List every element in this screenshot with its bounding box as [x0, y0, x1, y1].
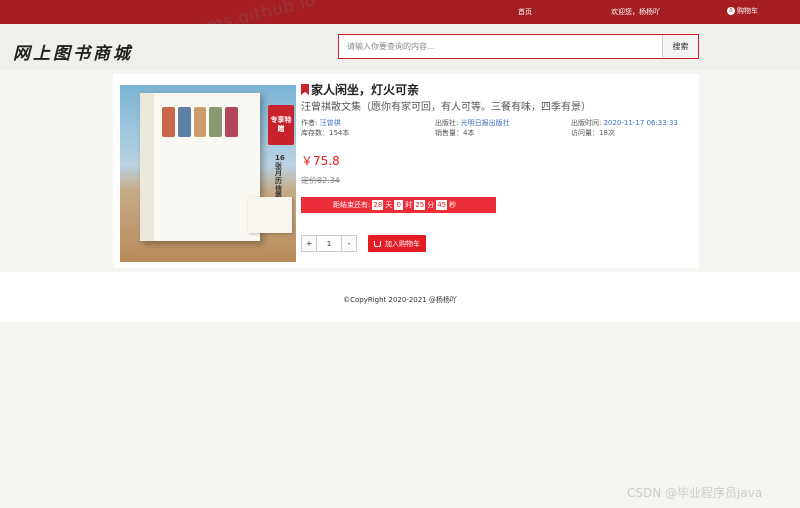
book-front	[140, 93, 260, 241]
quantity-increase-button[interactable]: +	[302, 236, 316, 251]
welcome-text[interactable]: 欢迎您，杨杨吖	[611, 7, 660, 17]
author-link[interactable]: 汪曾祺	[320, 119, 341, 127]
pubtime-info: 出版时间: 2020-11-17 06:33:33	[571, 118, 678, 128]
copyright-text: ©CopyRight 2020-2021 @杨杨吖	[343, 296, 457, 304]
pubtime-value: 2020-11-17 06:33:33	[603, 119, 678, 127]
author-info: 作者: 汪曾祺	[301, 118, 341, 128]
calendar-text: 16张月历信笺	[275, 154, 285, 200]
cover-clothes-illustration	[162, 107, 238, 143]
book-title-text: 家人闲坐，灯火可亲	[311, 83, 420, 97]
stock-info: 库存数：154本	[301, 129, 350, 137]
publisher-info: 出版社: 光明日报出版社	[435, 118, 510, 128]
visits-info: 访问量：18次	[571, 129, 615, 137]
nav-cart-link[interactable]: 0 购物车	[727, 6, 758, 16]
cart-label: 购物车	[737, 7, 758, 15]
add-to-cart-label: 加入购物车	[385, 239, 420, 248]
promo-tag: 专享特赠	[268, 105, 294, 145]
quantity-stepper: + 1 -	[301, 235, 357, 252]
book-subtitle: 汪曾祺散文集（愿你有家可回，有人可等。三餐有味，四季有景）	[301, 102, 591, 113]
site-logo[interactable]: 网上图书商城	[13, 39, 133, 64]
countdown-timer: 距结束还有: 28 天 0 时 25 分 45 秒	[301, 197, 496, 213]
countdown-minutes: 25	[414, 200, 426, 210]
countdown-hours: 0	[394, 200, 404, 210]
countdown-hours-unit: 时	[405, 201, 413, 209]
book-detail-card: 专享特赠 16张月历信笺 家人闲坐，灯火可亲 汪曾祺散文集（愿你有家可回，有人可…	[113, 74, 699, 268]
cart-count-badge: 0	[727, 7, 735, 15]
gift-cards	[248, 197, 292, 233]
site-footer: ©CopyRight 2020-2021 @杨杨吖	[0, 272, 800, 322]
pubtime-label: 出版时间:	[571, 119, 602, 127]
sales-info: 销售量：4本	[435, 129, 475, 137]
search-input[interactable]	[339, 35, 662, 58]
search-bar: 搜索	[338, 34, 699, 59]
author-label: 作者:	[301, 119, 318, 127]
countdown-days: 28	[372, 200, 384, 210]
search-button[interactable]: 搜索	[662, 35, 698, 58]
original-price: 定价82.34	[301, 176, 340, 185]
site-header: 网上图书商城 搜索	[0, 24, 800, 70]
sale-price: ￥75.8	[301, 154, 340, 168]
csdn-watermark: CSDN @毕业程序员java	[627, 486, 763, 500]
countdown-seconds-unit: 秒	[449, 201, 457, 209]
shopping-cart-icon	[374, 240, 381, 247]
countdown-days-unit: 天	[385, 201, 393, 209]
publisher-label: 出版社:	[435, 119, 459, 127]
top-nav-bar: 首页 欢迎您，杨杨吖 0 购物车	[0, 0, 800, 24]
publisher-link[interactable]: 光明日报出版社	[461, 119, 510, 127]
quantity-decrease-button[interactable]: -	[342, 236, 356, 251]
book-title: 家人闲坐，灯火可亲	[301, 81, 419, 98]
nav-home-link[interactable]: 首页	[518, 7, 532, 17]
quantity-input[interactable]: 1	[316, 236, 342, 251]
countdown-seconds: 45	[436, 200, 448, 210]
countdown-label: 距结束还有:	[333, 201, 371, 209]
book-cover-image: 专享特赠 16张月历信笺	[120, 85, 296, 262]
countdown-minutes-unit: 分	[427, 201, 435, 209]
add-to-cart-button[interactable]: 加入购物车	[368, 235, 426, 252]
bookmark-icon	[301, 84, 309, 95]
